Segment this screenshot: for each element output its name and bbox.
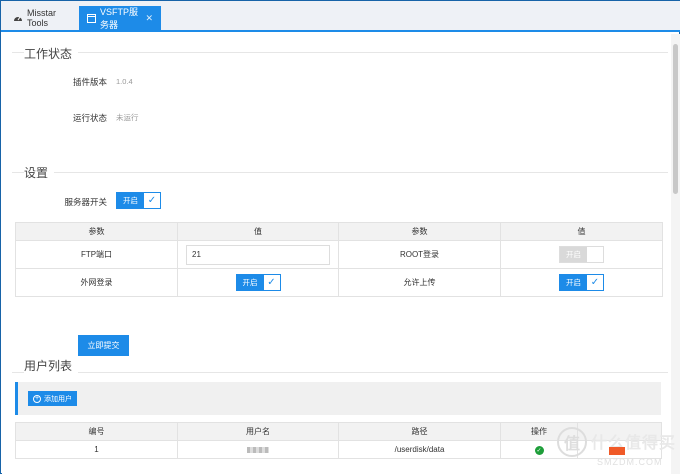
tab-label: Misstar Tools [27,8,56,28]
wan-login-label: 外网登录 [15,268,178,297]
column-header: 用户名 [177,422,339,441]
column-header: 值 [500,222,663,241]
watermark-logo: 值 [557,427,587,457]
tab-label: VSFTP服务器 [100,7,139,30]
allow-upload-switch[interactable]: 开启 ✓ [559,274,604,291]
check-icon: ✓ [267,277,276,288]
dashboard-icon [13,13,23,23]
section-title-status: 工作状态 [24,45,79,62]
blurred-username [247,446,269,453]
close-icon[interactable]: ✕ [145,13,153,24]
watermark-text: 什么值得买 [591,435,677,452]
user-id: 1 [15,440,178,459]
plus-circle-icon: + [33,394,41,403]
watermark: 值 什么值得买 SMZDM.COM [557,425,677,471]
wan-login-cell: 开启 ✓ [177,268,339,297]
run-status-label: 运行状态 [72,113,107,123]
user-toolbar: + 添加用户 [15,382,661,415]
version-value: 1.0.4 [116,77,133,86]
divider [12,172,668,173]
user-path: /userdisk/data [338,440,501,459]
ftp-port-label: FTP端口 [15,240,178,269]
section-title-users: 用户列表 [24,357,79,374]
delete-button[interactable] [609,447,625,455]
root-login-label: ROOT登录 [338,240,501,269]
wan-login-switch[interactable]: 开启 ✓ [235,274,281,291]
divider [12,372,668,373]
check-icon: ✓ [147,195,157,206]
allow-upload-cell: 开启 ✓ [500,268,663,297]
settings-table: 参数 值 参数 值 FTP端口 ROOT登录 开启 ✓ [15,222,663,297]
tab-bar: Misstar Tools VSFTP服务器 ✕ [1,1,680,32]
column-header: 参数 [15,222,178,241]
column-header: 值 [177,222,339,241]
ftp-port-input[interactable] [186,244,330,265]
allow-upload-label: 允许上传 [338,268,501,297]
section-title-settings: 设置 [24,164,55,181]
check-icon: ✓ [590,277,600,288]
server-switch-label: 服务器开关 [64,197,107,207]
root-login-switch[interactable]: 开启 ✓ [559,246,604,263]
column-header: 参数 [338,222,501,241]
tab-misstar-tools[interactable]: Misstar Tools [5,6,77,30]
server-switch[interactable]: 开启 ✓ [116,192,161,209]
ftp-port-cell [177,240,339,269]
root-login-cell: 开启 ✓ [500,240,663,269]
column-header: 编号 [15,422,178,441]
window-icon [87,13,96,23]
add-user-button[interactable]: + 添加用户 [28,391,77,406]
vertical-scrollbar[interactable] [671,34,680,474]
scroll-thumb[interactable] [673,44,678,194]
check-circle-icon[interactable]: ✓ [534,445,544,455]
column-header: 路径 [338,422,501,441]
version-label: 插件版本 [72,77,107,87]
submit-button[interactable]: 立即提交 [78,335,129,356]
watermark-sub: SMZDM.COM [597,457,663,467]
app-window: Misstar Tools VSFTP服务器 ✕ 工作状态 插件版本 1.0.4… [0,0,680,474]
divider [12,52,668,53]
username-cell [177,440,339,459]
tab-vsftp[interactable]: VSFTP服务器 ✕ [79,6,161,30]
run-status-value: 未运行 [116,113,139,122]
